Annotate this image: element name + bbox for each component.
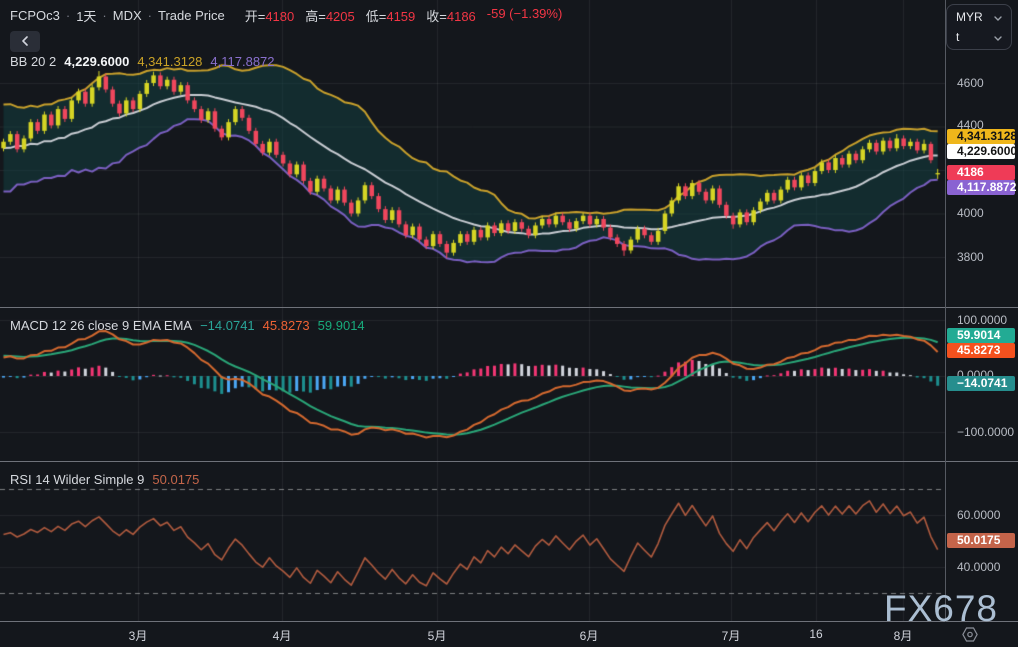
axis-tick-label: 3800 xyxy=(957,250,984,264)
currency-select-value: MYR xyxy=(956,10,983,24)
interval-label[interactable]: 1天 xyxy=(76,6,96,25)
low-value: 4159 xyxy=(386,9,415,24)
settings-icon[interactable] xyxy=(961,626,980,647)
bb-lower-value: 4,117.8872 xyxy=(210,54,274,69)
unit-select-value: t xyxy=(956,30,959,44)
time-axis-label: 4月 xyxy=(273,627,292,644)
symbol-header: FCPOc3 · 1天 · MDX · Trade Price 开=4180 高… xyxy=(10,6,562,25)
time-axis-label: 5月 xyxy=(428,627,447,644)
rsi-legend-title[interactable]: RSI 14 Wilder Simple 9 xyxy=(10,472,144,487)
axis-price-badge: 4186 xyxy=(947,165,1015,180)
axis-tick-label: 60.0000 xyxy=(957,508,1000,522)
price-axis[interactable]: 4600440040003800100.00000.0000−100.00006… xyxy=(946,0,1018,622)
axis-tick-label: 4000 xyxy=(957,206,984,220)
close-label: 收= xyxy=(426,9,447,24)
chevron-down-icon xyxy=(994,10,1002,24)
back-button[interactable] xyxy=(10,31,40,52)
axis-price-badge: 4,341.3128 xyxy=(947,129,1015,144)
time-axis-label: 8月 xyxy=(894,627,913,644)
axis-price-badge: 59.9014 xyxy=(947,328,1015,343)
time-axis-label: 7月 xyxy=(722,627,741,644)
axis-price-badge: −14.0741 xyxy=(947,376,1015,391)
axis-tick-label: −100.0000 xyxy=(957,425,1014,439)
bb-upper-value: 4,341.3128 xyxy=(137,54,202,69)
macd-hist-value: −14.0741 xyxy=(200,318,255,333)
rsi-value: 50.0175 xyxy=(152,472,199,487)
time-axis-label: 6月 xyxy=(580,627,599,644)
series-type-label: Trade Price xyxy=(158,8,225,23)
axis-price-badge: 4,117.8872 xyxy=(947,180,1015,195)
open-value: 4180 xyxy=(265,9,294,24)
axis-tick-label: 40.0000 xyxy=(957,560,1000,574)
ohlc-values: 开=4180 高=4205 低=4159 收=4186 -59 (−1.39%) xyxy=(245,6,563,25)
time-axis-label: 3月 xyxy=(129,627,148,644)
macd-legend: MACD 12 26 close 9 EMA EMA −14.0741 45.8… xyxy=(10,318,365,333)
axis-price-badge: 4,229.6000 xyxy=(947,144,1015,159)
exchange-label: MDX xyxy=(113,8,142,23)
trading-chart-window: FCPOc3 · 1天 · MDX · Trade Price 开=4180 高… xyxy=(0,0,1018,647)
symbol-name[interactable]: FCPOc3 xyxy=(10,8,60,23)
price-pane-canvas[interactable] xyxy=(0,0,945,307)
bb-basis-value: 4,229.6000 xyxy=(64,54,129,69)
pane-divider-main-macd[interactable] xyxy=(0,307,1018,308)
pane-divider-macd-rsi[interactable] xyxy=(0,461,1018,462)
axis-price-badge: 45.8273 xyxy=(947,343,1015,358)
high-label: 高= xyxy=(305,9,326,24)
open-label: 开= xyxy=(245,9,266,24)
currency-select[interactable]: MYR xyxy=(947,8,1011,26)
low-label: 低= xyxy=(366,9,387,24)
currency-unit-selector: MYR t xyxy=(946,4,1012,50)
macd-signal-value: 59.9014 xyxy=(318,318,365,333)
separator-dot: · xyxy=(102,8,106,23)
separator-dot: · xyxy=(66,8,70,23)
separator-dot: · xyxy=(148,8,152,23)
high-value: 4205 xyxy=(326,9,355,24)
macd-line-value: 45.8273 xyxy=(263,318,310,333)
macd-legend-title[interactable]: MACD 12 26 close 9 EMA EMA xyxy=(10,318,192,333)
axis-tick-label: 4600 xyxy=(957,76,984,90)
time-axis-label: 16 xyxy=(809,627,822,641)
close-value: 4186 xyxy=(447,9,476,24)
chevron-left-icon xyxy=(21,34,29,49)
bb-legend: BB 20 2 4,229.6000 4,341.3128 4,117.8872 xyxy=(10,54,275,69)
unit-select[interactable]: t xyxy=(947,28,1011,46)
rsi-legend: RSI 14 Wilder Simple 9 50.0175 xyxy=(10,472,199,487)
chevron-down-icon xyxy=(994,30,1002,44)
change-value: -59 (−1.39%) xyxy=(487,6,563,25)
axis-tick-label: 100.0000 xyxy=(957,313,1007,327)
time-axis[interactable]: 3月 4月 5月 6月 7月 16 8月 xyxy=(0,622,1018,647)
bb-legend-title[interactable]: BB 20 2 xyxy=(10,54,56,69)
axis-price-badge: 50.0175 xyxy=(947,533,1015,548)
